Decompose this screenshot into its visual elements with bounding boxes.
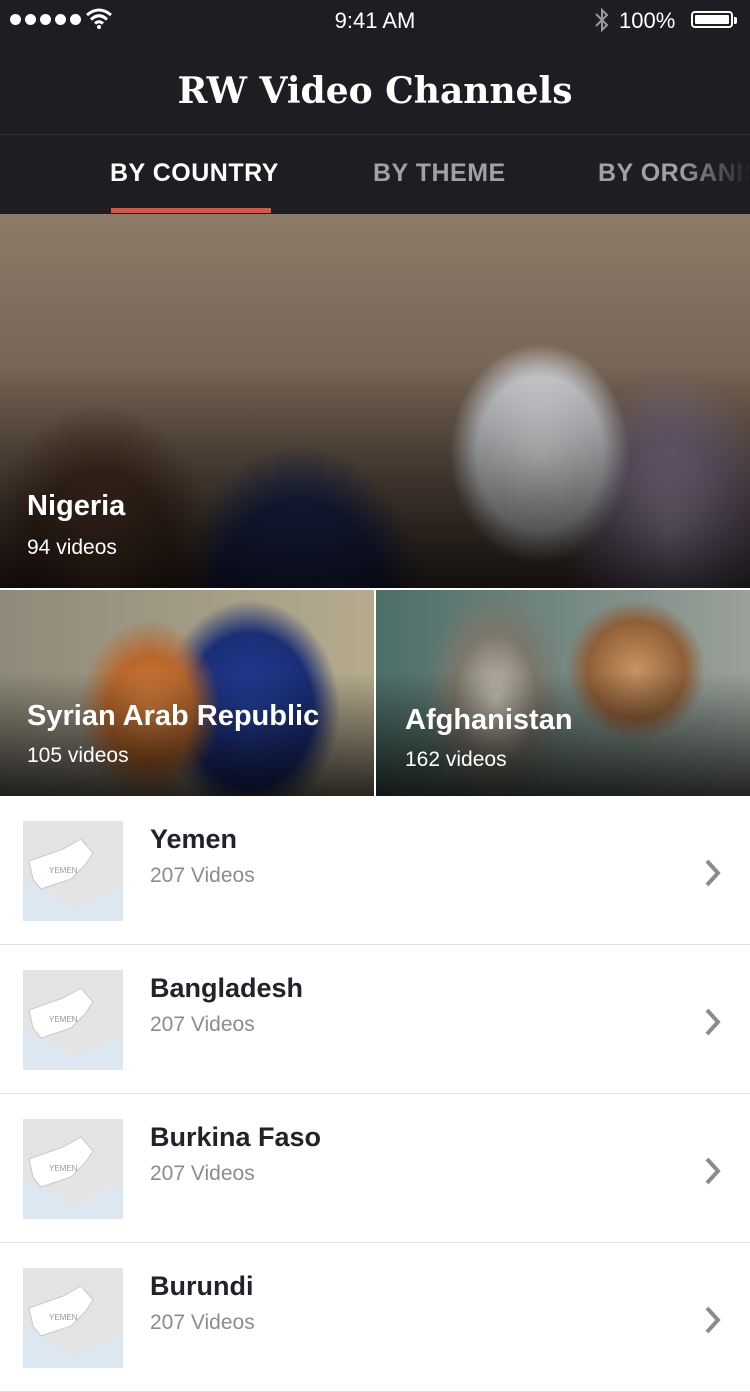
- tab-scroll-fade: [680, 135, 750, 214]
- card-title: Syrian Arab Republic: [27, 700, 320, 732]
- list-item[interactable]: YEMEN Bangladesh 207 Videos: [0, 945, 750, 1094]
- battery-icon: [691, 11, 737, 28]
- country-map-thumbnail: YEMEN: [23, 821, 123, 921]
- chevron-right-icon: [705, 1306, 721, 1334]
- svg-text:YEMEN: YEMEN: [49, 1164, 78, 1173]
- country-map-thumbnail: YEMEN: [23, 970, 123, 1070]
- video-count: 207 Videos: [150, 864, 255, 887]
- video-count: 207 Videos: [150, 1013, 255, 1036]
- country-map-thumbnail: YEMEN: [23, 1119, 123, 1219]
- card-title: Afghanistan: [405, 704, 573, 736]
- country-name: Burundi: [150, 1271, 254, 1301]
- video-count: 207 Videos: [150, 1311, 255, 1334]
- featured-country-card-afghanistan[interactable]: Afghanistan 162 videos: [376, 590, 750, 796]
- country-name: Bangladesh: [150, 973, 304, 1003]
- svg-text:YEMEN: YEMEN: [49, 1313, 78, 1322]
- card-video-count: 94 videos: [27, 536, 117, 559]
- battery-percentage: 100%: [619, 8, 676, 33]
- chevron-right-icon: [705, 1008, 721, 1036]
- country-name: Burkina Faso: [150, 1122, 322, 1152]
- featured-country-card-syria[interactable]: Syrian Arab Republic 105 videos: [0, 590, 374, 796]
- list-item[interactable]: YEMEN Burundi 207 Videos: [0, 1243, 750, 1392]
- active-tab-indicator: [111, 208, 271, 213]
- list-item[interactable]: YEMEN Yemen 207 Videos: [0, 796, 750, 945]
- country-list: YEMEN Yemen 207 Videos YEMEN Bangladesh …: [0, 796, 750, 1392]
- navigation-bar: RW Video Channels: [0, 40, 750, 134]
- country-map-thumbnail: YEMEN: [23, 1268, 123, 1368]
- chevron-right-icon: [705, 859, 721, 887]
- country-name: Yemen: [150, 824, 238, 854]
- card-video-count: 105 videos: [27, 744, 129, 767]
- status-bar: 9:41 AM 100%: [0, 0, 750, 40]
- card-video-count: 162 videos: [405, 748, 507, 771]
- tab-by-theme[interactable]: BY THEME: [373, 159, 506, 188]
- tab-bar: BY COUNTRY BY THEME BY ORGANISA: [0, 134, 750, 214]
- card-title: Nigeria: [27, 490, 126, 522]
- card-gradient-overlay: [0, 672, 374, 796]
- bluetooth-icon: [595, 8, 609, 32]
- tab-by-country[interactable]: BY COUNTRY: [110, 159, 279, 188]
- featured-country-card-nigeria[interactable]: Nigeria 94 videos: [0, 214, 750, 588]
- page-title: RW Video Channels: [177, 70, 573, 112]
- svg-text:YEMEN: YEMEN: [49, 866, 78, 875]
- svg-text:YEMEN: YEMEN: [49, 1015, 78, 1024]
- list-item[interactable]: YEMEN Burkina Faso 207 Videos: [0, 1094, 750, 1243]
- video-count: 207 Videos: [150, 1162, 255, 1185]
- chevron-right-icon: [705, 1157, 721, 1185]
